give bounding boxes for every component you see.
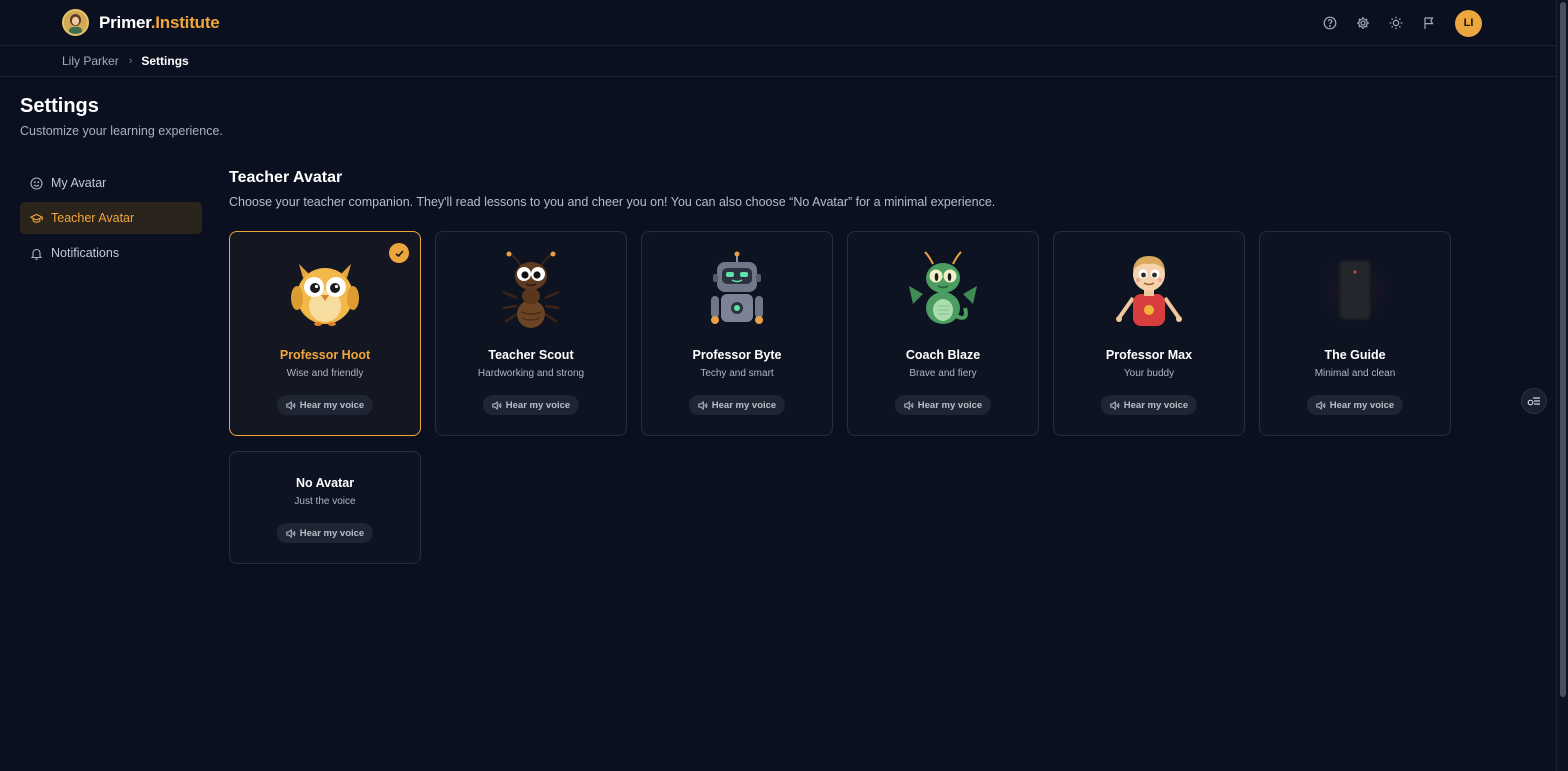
hear-voice-label: Hear my voice — [1329, 399, 1395, 411]
settings-sidebar: My Avatar Teacher Avatar Notifications — [20, 167, 202, 272]
avatar-tagline: Hardworking and strong — [477, 368, 585, 379]
robot-icon — [697, 250, 777, 330]
gear-icon[interactable] — [1352, 9, 1374, 37]
sun-icon[interactable] — [1385, 9, 1407, 37]
speaker-icon — [286, 400, 296, 410]
dragon-icon — [903, 250, 983, 330]
sidebar-item-notifications[interactable]: Notifications — [20, 237, 202, 269]
avatar-tagline: Techy and smart — [700, 368, 774, 379]
avatar-card-professor-hoot[interactable]: Professor Hoot Wise and friendly Hear my… — [229, 231, 421, 436]
page-scrollbar[interactable] — [1556, 0, 1568, 771]
help-icon[interactable] — [1319, 9, 1341, 37]
section-title: Teacher Avatar — [229, 169, 343, 186]
hear-voice-label: Hear my voice — [299, 527, 365, 539]
hear-voice-button[interactable]: Hear my voice — [1100, 395, 1198, 415]
sidebar-item-label: Teacher Avatar — [51, 211, 135, 225]
avatar-name: Professor Hoot — [279, 348, 371, 362]
speaker-icon — [1110, 400, 1120, 410]
smile-icon — [30, 176, 43, 190]
hear-voice-button[interactable]: Hear my voice — [894, 395, 992, 415]
section-description: Choose your teacher companion. They'll r… — [229, 195, 996, 209]
speaker-icon — [492, 400, 502, 410]
hear-voice-label: Hear my voice — [299, 399, 365, 411]
chevron-right-icon: › — [128, 55, 133, 67]
speaker-icon — [904, 400, 914, 410]
breadcrumb-current: Settings — [141, 54, 189, 68]
hear-voice-button[interactable]: Hear my voice — [482, 395, 580, 415]
avatar-name: Professor Byte — [692, 348, 782, 362]
ant-icon — [491, 250, 571, 330]
speaker-icon — [698, 400, 708, 410]
list-icon — [1527, 397, 1540, 406]
hear-voice-label: Hear my voice — [711, 399, 777, 411]
brand-logo[interactable]: Primer.Institute — [62, 9, 220, 36]
page-subtitle: Customize your learning experience. — [20, 124, 223, 138]
avatar-card-professor-byte[interactable]: Professor Byte Techy and smart Hear my v… — [641, 231, 833, 436]
floating-menu-button[interactable] — [1521, 388, 1547, 414]
avatar-name: Professor Max — [1105, 348, 1193, 362]
breadcrumb: Lily Parker › Settings — [0, 46, 1556, 77]
avatar-tagline: Brave and fiery — [909, 368, 977, 379]
hear-voice-button[interactable]: Hear my voice — [276, 395, 374, 415]
sidebar-item-label: Notifications — [51, 246, 120, 260]
speaker-icon — [1316, 400, 1326, 410]
avatar-tagline: Minimal and clean — [1314, 368, 1396, 379]
avatar-tagline: Wise and friendly — [286, 368, 364, 379]
sidebar-item-my-avatar[interactable]: My Avatar — [20, 167, 202, 199]
avatar-card-no-avatar[interactable]: No Avatar Just the voice Hear my voice — [229, 451, 421, 564]
avatar-name: Coach Blaze — [905, 348, 981, 362]
brand-name: Primer.Institute — [99, 13, 220, 33]
avatar-name: Teacher Scout — [488, 348, 574, 362]
hear-voice-label: Hear my voice — [505, 399, 571, 411]
logo-avatar-icon — [62, 9, 89, 36]
avatar-card-teacher-scout[interactable]: Teacher Scout Hardworking and strong Hea… — [435, 231, 627, 436]
graduation-cap-icon — [30, 212, 43, 225]
boy-icon — [1109, 250, 1189, 330]
avatar-tagline: Your buddy — [1123, 368, 1175, 379]
check-icon — [389, 243, 409, 263]
avatar-card-the-guide[interactable]: The Guide Minimal and clean Hear my voic… — [1259, 231, 1451, 436]
page-title: Settings — [20, 95, 99, 117]
device-icon — [1315, 250, 1395, 330]
scrollbar-thumb[interactable] — [1560, 2, 1566, 697]
hear-voice-button[interactable]: Hear my voice — [688, 395, 786, 415]
hear-voice-label: Hear my voice — [1123, 399, 1189, 411]
top-bar: Primer.Institute LI — [0, 0, 1556, 46]
avatar-name: The Guide — [1324, 348, 1386, 362]
avatar-card-coach-blaze[interactable]: Coach Blaze Brave and fiery Hear my voic… — [847, 231, 1039, 436]
hear-voice-button[interactable]: Hear my voice — [1306, 395, 1404, 415]
user-avatar[interactable]: LI — [1455, 9, 1482, 37]
avatar-name: No Avatar — [295, 476, 355, 490]
sidebar-item-label: My Avatar — [51, 176, 107, 190]
sidebar-item-teacher-avatar[interactable]: Teacher Avatar — [20, 202, 202, 234]
avatar-card-professor-max[interactable]: Professor Max Your buddy Hear my voice — [1053, 231, 1245, 436]
bell-icon — [30, 247, 43, 260]
speaker-icon — [286, 528, 296, 538]
hear-voice-button[interactable]: Hear my voice — [276, 523, 374, 543]
header-actions: LI — [1319, 9, 1482, 37]
hear-voice-label: Hear my voice — [917, 399, 983, 411]
brand-secondary: .Institute — [150, 12, 220, 32]
breadcrumb-parent[interactable]: Lily Parker — [62, 54, 119, 68]
flag-icon[interactable] — [1418, 9, 1440, 37]
brand-primary: Primer — [99, 12, 151, 32]
avatar-tagline: Just the voice — [294, 496, 356, 507]
owl-icon — [285, 250, 365, 330]
